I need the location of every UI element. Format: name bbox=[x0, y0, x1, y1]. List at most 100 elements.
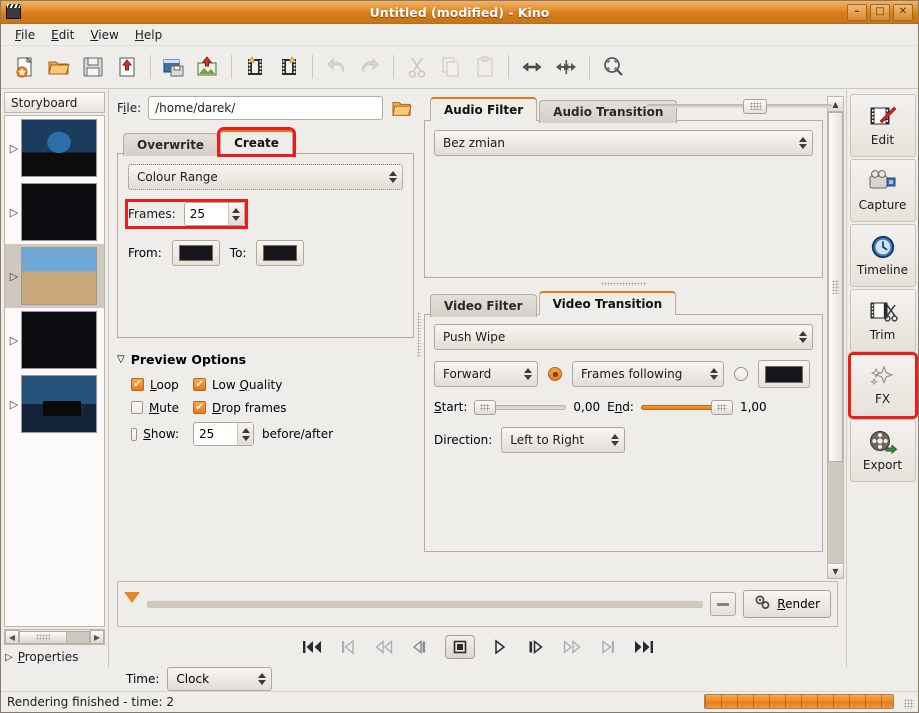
tab-create[interactable]: Create bbox=[217, 127, 296, 157]
checkbox-icon[interactable] bbox=[131, 401, 143, 414]
start-slider[interactable] bbox=[474, 399, 567, 415]
collapse-button[interactable] bbox=[710, 592, 737, 616]
menu-file[interactable]: File bbox=[7, 26, 43, 44]
mode-trim-button[interactable]: Trim bbox=[849, 289, 916, 352]
storyboard-list[interactable]: ▷ ▷ ▷ ▷ ▷ bbox=[4, 115, 105, 627]
scrollbar-thumb[interactable] bbox=[19, 630, 67, 644]
show-frames-spinner[interactable]: 25 bbox=[193, 422, 254, 446]
play-button[interactable] bbox=[489, 637, 511, 657]
capture-save-icon[interactable] bbox=[158, 51, 190, 83]
loop-checkbox[interactable]: Loop bbox=[131, 378, 193, 392]
colour-source-radio[interactable] bbox=[734, 367, 748, 381]
menu-help[interactable]: Help bbox=[127, 26, 170, 44]
properties-expander[interactable]: ▷ Properties bbox=[1, 647, 108, 667]
spinner-arrows-icon[interactable] bbox=[237, 423, 253, 445]
audio-video-splitter-handle[interactable] bbox=[424, 278, 823, 290]
generator-combo[interactable]: Colour Range bbox=[128, 164, 403, 190]
from-colour-button[interactable] bbox=[171, 240, 220, 266]
volume-slider-handle[interactable] bbox=[743, 98, 767, 114]
mode-capture-button[interactable]: Capture bbox=[849, 159, 916, 222]
to-colour-button[interactable] bbox=[256, 240, 305, 266]
tab-audio-filter[interactable]: Audio Filter bbox=[430, 97, 538, 121]
new-icon[interactable] bbox=[9, 51, 41, 83]
close-button[interactable]: ✕ bbox=[893, 3, 913, 21]
export-icon[interactable] bbox=[111, 51, 143, 83]
storyboard-item-2[interactable]: ▷ bbox=[5, 180, 104, 244]
mode-fx-button[interactable]: FX bbox=[847, 352, 918, 419]
low-quality-checkbox[interactable]: Low Quality bbox=[193, 378, 296, 392]
storyboard-item-5[interactable]: ▷ bbox=[5, 372, 104, 436]
mode-export-button[interactable]: Export bbox=[849, 419, 916, 482]
scrollbar-track[interactable] bbox=[67, 630, 90, 644]
mode-timeline-button[interactable]: Timeline bbox=[849, 224, 916, 287]
open-folder-icon[interactable] bbox=[390, 96, 414, 120]
audio-filter-combo[interactable]: Bez zmian bbox=[434, 130, 813, 156]
frames-value[interactable]: 25 bbox=[185, 203, 228, 225]
transition-direction-combo[interactable]: Forward bbox=[434, 361, 538, 387]
scroll-down-icon[interactable]: ▼ bbox=[828, 563, 843, 578]
render-timeline-bar[interactable] bbox=[147, 600, 704, 608]
effects-vertical-scrollbar[interactable]: ▲ ▼ bbox=[827, 96, 844, 579]
scrollbar-thumb[interactable] bbox=[828, 112, 843, 462]
expand-arrow-icon[interactable]: ▷ bbox=[7, 270, 21, 283]
maximize-button[interactable]: □ bbox=[870, 3, 890, 21]
render-button[interactable]: Render bbox=[743, 590, 831, 618]
transition-colour-button[interactable] bbox=[758, 360, 810, 388]
storyboard-item-4[interactable]: ▷ bbox=[5, 308, 104, 372]
mute-checkbox[interactable]: Mute bbox=[131, 401, 193, 415]
scroll-right-icon[interactable]: ▶ bbox=[90, 630, 104, 644]
checkbox-icon[interactable] bbox=[193, 378, 206, 391]
go-start-button[interactable] bbox=[301, 637, 323, 657]
drop-frames-checkbox[interactable]: Drop frames bbox=[193, 401, 301, 415]
storyboard-horizontal-scrollbar[interactable]: ◀ ▶ bbox=[4, 629, 105, 645]
mode-edit-button[interactable]: Edit bbox=[849, 94, 916, 157]
step-forward-button[interactable] bbox=[525, 637, 547, 657]
expand-arrow-icon[interactable]: ▷ bbox=[7, 398, 21, 411]
frames-source-combo[interactable]: Frames following bbox=[572, 361, 724, 387]
storyboard-item-1[interactable]: ▷ bbox=[5, 116, 104, 180]
time-format-combo[interactable]: Clock bbox=[167, 667, 273, 691]
frames-source-radio[interactable] bbox=[548, 367, 562, 381]
panel-splitter-handle[interactable] bbox=[414, 90, 424, 579]
menu-edit[interactable]: Edit bbox=[43, 26, 82, 44]
storyboard-item-3[interactable]: ▷ bbox=[5, 244, 104, 308]
show-frames-value[interactable]: 25 bbox=[194, 423, 237, 445]
transition-source-row: Forward Frames following bbox=[434, 360, 813, 388]
rewind-button bbox=[373, 637, 395, 657]
end-slider[interactable] bbox=[640, 399, 733, 415]
frames-spinner[interactable]: 25 bbox=[183, 202, 245, 226]
zoom-icon[interactable] bbox=[597, 51, 629, 83]
scroll-left-icon[interactable]: ◀ bbox=[5, 630, 19, 644]
title-bar: Untitled (modified) - Kino – □ ✕ bbox=[1, 1, 918, 24]
checkbox-icon[interactable] bbox=[131, 427, 138, 441]
checkbox-icon[interactable] bbox=[131, 378, 144, 391]
checkbox-icon[interactable] bbox=[193, 401, 206, 414]
insert-frame-after-icon[interactable] bbox=[273, 51, 305, 83]
expand-arrow-icon[interactable]: ▷ bbox=[7, 334, 21, 347]
stop-button[interactable] bbox=[444, 635, 475, 659]
menu-view[interactable]: View bbox=[82, 26, 126, 44]
import-image-icon[interactable] bbox=[192, 51, 224, 83]
scrollbar-track[interactable] bbox=[828, 462, 843, 563]
go-end-button[interactable] bbox=[633, 637, 655, 657]
tab-video-filter[interactable]: Video Filter bbox=[430, 294, 537, 317]
resize-grip-icon[interactable] bbox=[904, 699, 914, 709]
join-icon[interactable] bbox=[550, 51, 582, 83]
spinner-arrows-icon[interactable] bbox=[227, 203, 244, 225]
tab-overwrite[interactable]: Overwrite bbox=[123, 133, 219, 156]
preview-options-expander[interactable]: ▽ Preview Options bbox=[117, 352, 414, 367]
preview-row-2: Mute Drop frames bbox=[131, 396, 414, 419]
expand-arrow-icon[interactable]: ▷ bbox=[7, 206, 21, 219]
minimize-button[interactable]: – bbox=[847, 3, 867, 21]
direction-combo[interactable]: Left to Right bbox=[501, 427, 626, 453]
video-transition-combo[interactable]: Push Wipe bbox=[434, 324, 813, 350]
split-icon[interactable] bbox=[516, 51, 548, 83]
open-icon[interactable] bbox=[43, 51, 75, 83]
tab-video-transition[interactable]: Video Transition bbox=[538, 291, 677, 315]
save-icon[interactable] bbox=[77, 51, 109, 83]
volume-slider[interactable] bbox=[647, 98, 832, 114]
insert-frame-before-icon[interactable] bbox=[239, 51, 271, 83]
expand-arrow-icon[interactable]: ▷ bbox=[7, 142, 21, 155]
show-checkbox[interactable]: Show: bbox=[131, 427, 193, 441]
file-input[interactable]: /home/darek/ bbox=[148, 96, 383, 120]
